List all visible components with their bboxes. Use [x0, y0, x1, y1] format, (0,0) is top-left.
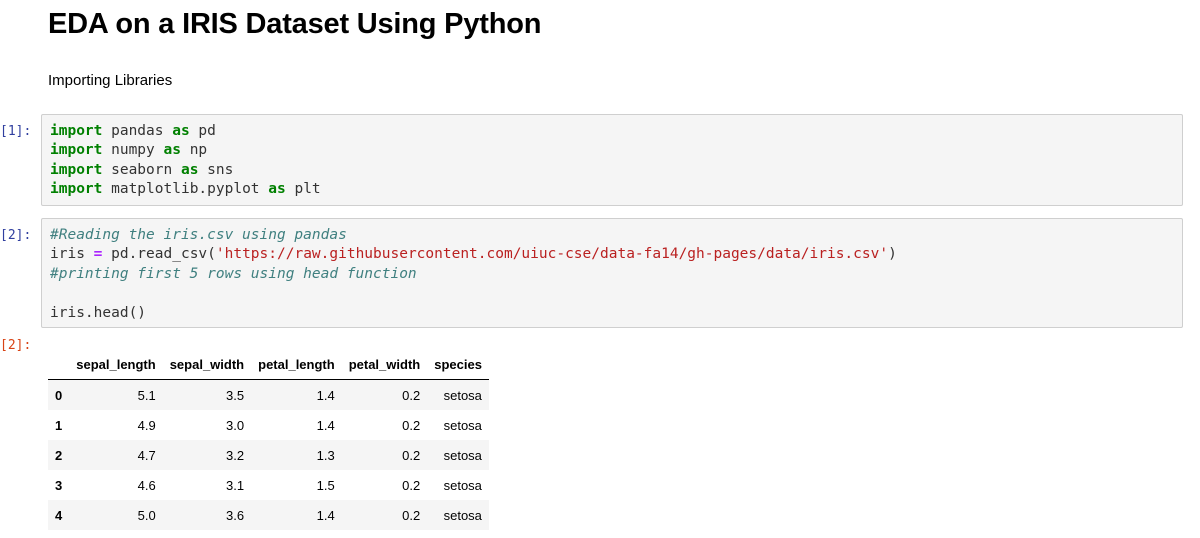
- code-token: import: [50, 123, 103, 139]
- table-cell: 3.0: [226, 417, 245, 433]
- input-prompt-1: [1]:: [0, 124, 32, 139]
- code-editor-2[interactable]: #Reading the iris.csv using pandas iris …: [50, 226, 1182, 323]
- code-token: numpy: [102, 142, 164, 159]
- table-cell: setosa: [443, 387, 482, 403]
- table-cell: 0.2: [402, 447, 421, 463]
- row-index: 3: [55, 477, 63, 493]
- table-cell: 1.4: [316, 507, 335, 523]
- code-line: iris = pd.read_csv('https://raw.githubus…: [50, 246, 897, 262]
- table-cell: 1.4: [316, 387, 335, 403]
- markdown-text: Importing Libraries: [48, 72, 173, 89]
- table-cell: 1.3: [316, 447, 335, 463]
- code-token: import: [50, 181, 103, 198]
- code-token: pd.read_csv(: [102, 246, 216, 263]
- code-line: import numpy as np: [50, 142, 207, 158]
- code-line: iris.head(): [50, 305, 146, 321]
- code-token: iris.head(): [50, 304, 147, 321]
- code-token: as: [180, 161, 199, 178]
- table-cell: setosa: [443, 447, 482, 463]
- code-token: ): [888, 246, 897, 263]
- code-token: #Reading the iris.csv using pandas: [50, 227, 347, 243]
- code-token: iris: [50, 246, 94, 263]
- table-cell: 0.2: [402, 417, 421, 433]
- table-row: 2 4.7 3.2 1.3 0.2 setosa: [48, 440, 489, 470]
- table-cell: 4.9: [137, 417, 156, 433]
- code-cell-2[interactable]: #Reading the iris.csv using pandas iris …: [41, 218, 1183, 328]
- table-cell: 0.2: [402, 477, 421, 493]
- code-token: pandas: [102, 123, 173, 139]
- code-line: #printing first 5 rows using head functi…: [50, 266, 417, 282]
- code-token: as: [268, 181, 286, 198]
- row-index: 0: [55, 387, 63, 403]
- code-token: as: [172, 123, 190, 139]
- code-token: import: [50, 142, 103, 159]
- column-header: petal_length: [251, 349, 342, 380]
- code-token: 'https://raw.githubusercontent.com/uiuc-…: [215, 246, 889, 263]
- code-token: seaborn: [102, 161, 181, 178]
- column-header: sepal_width: [162, 349, 252, 380]
- code-token: pd: [189, 123, 216, 139]
- table-cell: 3.2: [226, 447, 245, 463]
- row-index: 1: [55, 417, 63, 433]
- code-token: import: [50, 161, 103, 178]
- table-header-row: sepal_length sepal_width petal_length pe…: [48, 349, 489, 380]
- table-cell: 3.6: [226, 507, 245, 523]
- notebook-title: EDA on a IRIS Dataset Using Python: [48, 8, 542, 40]
- code-token: matplotlib.pyplot: [102, 181, 269, 198]
- column-header: sepal_length: [69, 349, 163, 380]
- code-token: #printing first 5 rows using head functi…: [50, 265, 417, 282]
- table-cell: setosa: [443, 507, 482, 523]
- table-cell: 4.6: [137, 477, 156, 493]
- code-line: #Reading the iris.csv using pandas: [50, 227, 347, 243]
- table-cell: 1.4: [316, 417, 335, 433]
- table-cell: 0.2: [402, 507, 421, 523]
- code-line: import matplotlib.pyplot as plt: [50, 181, 321, 197]
- code-line: import pandas as pd: [50, 123, 216, 139]
- input-prompt-2: [2]:: [0, 228, 32, 243]
- code-editor-1[interactable]: import pandas as pd import numpy as np i…: [50, 122, 1182, 200]
- code-cell-1[interactable]: import pandas as pd import numpy as np i…: [41, 114, 1183, 206]
- table-cell: 4.7: [137, 447, 156, 463]
- table-cell: setosa: [443, 417, 482, 433]
- code-token: as: [163, 142, 181, 159]
- code-line: import seaborn as sns: [50, 162, 233, 178]
- table-cell: 3.1: [226, 477, 245, 493]
- table-cell: 5.0: [137, 507, 156, 523]
- table-cell: setosa: [443, 477, 482, 493]
- output-prompt: [2]:: [0, 338, 32, 353]
- table-cell: 3.5: [226, 387, 245, 403]
- row-index: 4: [55, 507, 63, 523]
- table-row: 0 5.1 3.5 1.4 0.2 setosa: [48, 379, 489, 410]
- code-token: sns: [198, 161, 234, 178]
- row-index: 2: [55, 447, 63, 463]
- code-token: plt: [285, 181, 321, 198]
- code-token: np: [180, 142, 208, 159]
- dataframe-table: sepal_length sepal_width petal_length pe…: [48, 349, 489, 530]
- table-row: 4 5.0 3.6 1.4 0.2 setosa: [48, 500, 489, 530]
- table-cell: 0.2: [402, 387, 421, 403]
- column-header: petal_width: [341, 349, 428, 380]
- index-header: [48, 349, 70, 380]
- table-row: 3 4.6 3.1 1.5 0.2 setosa: [48, 470, 489, 500]
- table-cell: 5.1: [137, 387, 156, 403]
- table-cell: 1.5: [316, 477, 335, 493]
- table-row: 1 4.9 3.0 1.4 0.2 setosa: [48, 410, 489, 440]
- column-header: species: [427, 349, 489, 380]
